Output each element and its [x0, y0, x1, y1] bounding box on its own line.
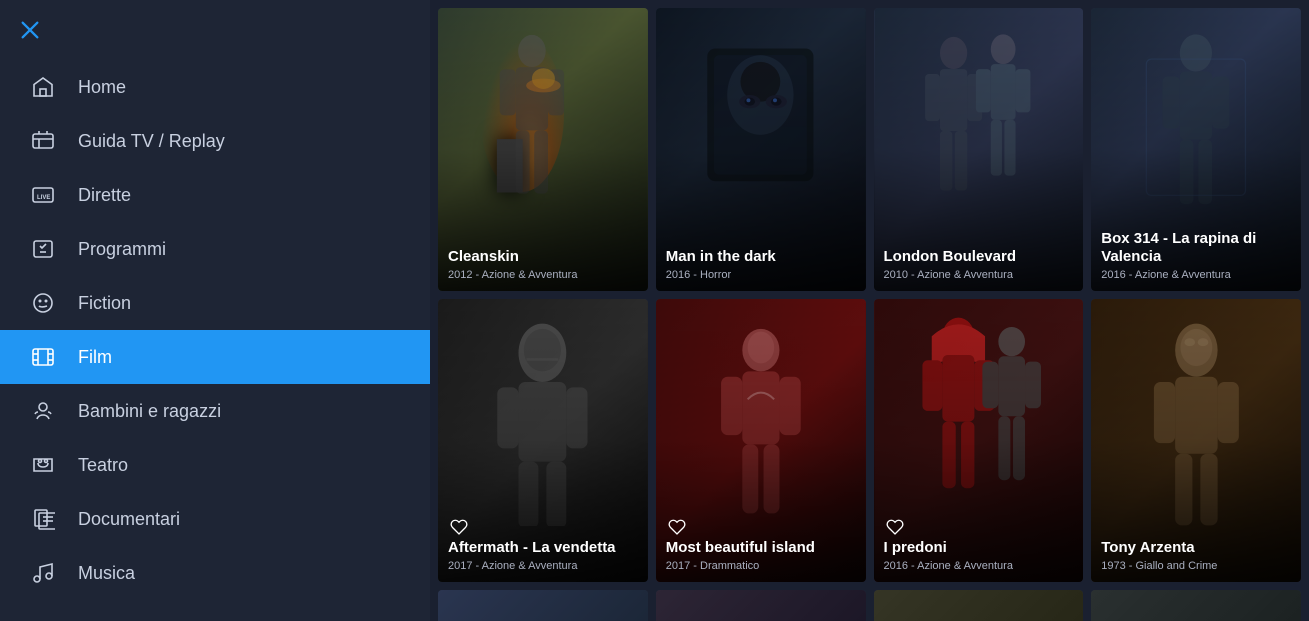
movie-card-man-in-dark[interactable]: Man in the dark 2016 - Horror	[656, 8, 866, 291]
kids-label: Bambini e ragazzi	[78, 401, 221, 422]
movie-card-i-predoni[interactable]: I predoni 2016 - Azione & Avventura	[874, 299, 1084, 582]
movie-card-aftermath[interactable]: Aftermath - La vendetta 2017 - Azione & …	[438, 299, 648, 582]
movie-title: Tony Arzenta	[1101, 539, 1291, 557]
movie-meta: 2016 - Horror	[666, 269, 856, 281]
live-icon: LIVE	[30, 182, 56, 208]
movie-card-cleanskin[interactable]: Cleanskin 2012 - Azione & Avventura	[438, 8, 648, 291]
main-content: Cleanskin 2012 - Azione & Avventura	[430, 0, 1309, 621]
sidebar-item-musica[interactable]: Musica	[0, 546, 430, 600]
programs-label: Programmi	[78, 239, 166, 260]
musica-label: Musica	[78, 563, 135, 584]
film-label: Film	[78, 347, 112, 368]
sidebar-item-home[interactable]: Home	[0, 60, 430, 114]
sidebar-item-fiction[interactable]: Fiction	[0, 276, 430, 330]
documentari-label: Documentari	[78, 509, 180, 530]
svg-text:LIVE: LIVE	[37, 195, 50, 201]
movie-meta: 1973 - Giallo and Crime	[1101, 560, 1291, 572]
home-label: Home	[78, 77, 126, 98]
musica-icon	[30, 560, 56, 586]
sidebar-item-teatro[interactable]: Teatro	[0, 438, 430, 492]
movie-card-row3-2[interactable]	[656, 590, 866, 621]
movie-meta: 2012 - Azione & Avventura	[448, 269, 638, 281]
movie-title: Cleanskin	[448, 248, 638, 266]
documentari-icon	[30, 506, 56, 532]
movie-title: Box 314 - La rapina di Valencia	[1101, 230, 1291, 266]
close-button[interactable]	[5, 5, 55, 55]
teatro-label: Teatro	[78, 455, 128, 476]
movie-title: I predoni	[884, 539, 1074, 557]
movie-card-london[interactable]: London Boulevard 2010 - Azione & Avventu…	[874, 8, 1084, 291]
programs-icon	[30, 236, 56, 262]
movie-meta: 2017 - Azione & Avventura	[448, 560, 638, 572]
home-icon	[30, 74, 56, 100]
sidebar-item-live[interactable]: LIVE Dirette	[0, 168, 430, 222]
movie-card-row3-3[interactable]	[874, 590, 1084, 621]
movie-meta: 2016 - Azione & Avventura	[884, 560, 1074, 572]
movie-meta: 2010 - Azione & Avventura	[884, 269, 1074, 281]
movie-grid: Cleanskin 2012 - Azione & Avventura	[438, 8, 1301, 621]
live-label: Dirette	[78, 185, 131, 206]
movie-card-row3-1[interactable]	[438, 590, 648, 621]
sidebar-item-documentari[interactable]: Documentari	[0, 492, 430, 546]
teatro-icon	[30, 452, 56, 478]
movie-title: Man in the dark	[666, 248, 856, 266]
movie-title: London Boulevard	[884, 248, 1074, 266]
movie-card-box314[interactable]: Box 314 - La rapina di Valencia 2016 - A…	[1091, 8, 1301, 291]
sidebar-item-programs[interactable]: Programmi	[0, 222, 430, 276]
movie-meta: 2017 - Drammatico	[666, 560, 856, 572]
movie-title: Aftermath - La vendetta	[448, 539, 638, 557]
fiction-label: Fiction	[78, 293, 131, 314]
movie-title: Most beautiful island	[666, 539, 856, 557]
movie-card-tony-arzenta[interactable]: Tony Arzenta 1973 - Giallo and Crime	[1091, 299, 1301, 582]
movie-card-row3-4[interactable]	[1091, 590, 1301, 621]
kids-icon	[30, 398, 56, 424]
fiction-icon	[30, 290, 56, 316]
movie-card-most-beautiful[interactable]: Most beautiful island 2017 - Drammatico	[656, 299, 866, 582]
sidebar: Home Guida TV / Replay LIVE	[0, 0, 430, 621]
tv-guide-icon	[30, 128, 56, 154]
guide-label: Guida TV / Replay	[78, 131, 225, 152]
movie-meta: 2016 - Azione & Avventura	[1101, 269, 1291, 281]
nav-list: Home Guida TV / Replay LIVE	[0, 60, 430, 621]
sidebar-item-film[interactable]: Film	[0, 330, 430, 384]
sidebar-item-guide[interactable]: Guida TV / Replay	[0, 114, 430, 168]
film-icon	[30, 344, 56, 370]
sidebar-item-kids[interactable]: Bambini e ragazzi	[0, 384, 430, 438]
